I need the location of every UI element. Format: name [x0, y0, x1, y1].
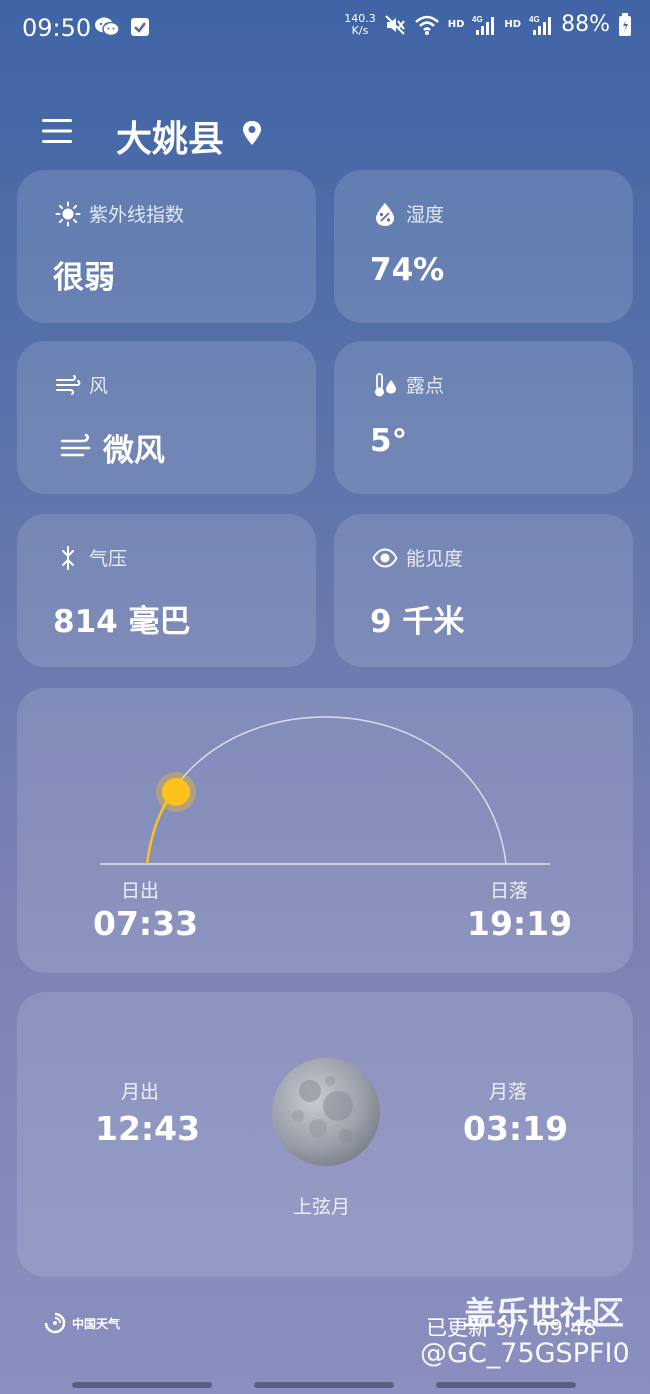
pressure-icon — [62, 545, 74, 570]
moon-phase: 上弦月 — [293, 1196, 351, 1218]
uv-value: 很弱 — [53, 260, 115, 296]
humidity-card: 湿度 74% — [334, 170, 633, 323]
city-name[interactable]: 大姚县 — [116, 110, 224, 162]
menu-icon[interactable] — [40, 116, 74, 146]
sun-path-graphic — [100, 716, 550, 865]
moonrise-label: 月出 — [121, 1081, 160, 1103]
humidity-icon — [376, 202, 394, 226]
sunrise-label: 日出 — [121, 880, 160, 902]
nav-bar — [0, 1378, 650, 1394]
svg-text:4G: 4G — [529, 15, 540, 24]
sunset-label: 日落 — [490, 880, 529, 902]
sunset-time: 19:19 — [467, 904, 573, 943]
nav-home-button[interactable] — [254, 1382, 394, 1388]
nav-recent-button[interactable] — [72, 1382, 212, 1388]
uv-card: 紫外线指数 很弱 — [17, 170, 316, 323]
nav-back-button[interactable] — [436, 1382, 576, 1388]
pin-icon[interactable] — [240, 120, 264, 146]
uv-label: 紫外线指数 — [89, 204, 185, 226]
sunrise-time: 07:33 — [93, 904, 199, 943]
brand-swirl-icon — [44, 1312, 66, 1334]
wind-label-row: 风 — [55, 371, 108, 398]
visibility-value: 9 千米 — [370, 604, 465, 640]
wind-value-row: 微风 — [59, 425, 165, 470]
checkbox-icon — [131, 18, 149, 36]
wechat-icon — [95, 17, 120, 37]
battery-icon — [619, 12, 631, 36]
visibility-label-row: 能见度 — [372, 544, 463, 571]
status-right: 140.3 K/s HD 4G HD 4G 88% — [344, 12, 632, 37]
dewpoint-label-row: 露点 — [372, 371, 444, 398]
dewpoint-card: 露点 5° — [334, 341, 633, 494]
dewpoint-label: 露点 — [406, 375, 445, 397]
moon-icon — [272, 1058, 380, 1166]
hd-label-1: HD — [447, 19, 465, 30]
moonset-time: 03:19 — [463, 1109, 569, 1148]
wifi-icon — [414, 15, 439, 35]
wind-level-icon — [60, 433, 91, 456]
status-time: 09:50 — [22, 14, 92, 42]
sun-card: 日出 07:33 日落 19:19 — [17, 688, 633, 973]
moonset-label: 月落 — [489, 1081, 528, 1103]
mute-icon — [385, 14, 405, 35]
header: 大姚县 — [0, 100, 650, 170]
humidity-label: 湿度 — [406, 204, 445, 226]
sun-icon — [55, 201, 81, 226]
signal-icon: 4G — [472, 15, 495, 35]
wind-label: 风 — [89, 375, 109, 397]
hd-label-2: HD — [504, 19, 522, 30]
eye-icon — [372, 547, 398, 568]
uv-label-row: 紫外线指数 — [55, 200, 184, 227]
battery-percent: 88% — [561, 12, 610, 37]
visibility-label: 能见度 — [406, 548, 464, 570]
wind-value: 微风 — [103, 433, 165, 469]
dewpoint-icon — [375, 372, 396, 396]
status-bar: 09:50 140.3 K/s HD 4G HD 4G 88% — [0, 0, 650, 56]
svg-text:4G: 4G — [472, 15, 483, 24]
visibility-card: 能见度 9 千米 — [334, 514, 633, 667]
dewpoint-value: 5° — [370, 423, 408, 459]
brand-logo: 中国天气 — [44, 1312, 120, 1334]
humidity-value: 74% — [370, 252, 445, 288]
status-left-icons — [94, 16, 150, 38]
pressure-card: 气压 814 毫巴 — [17, 514, 316, 667]
moon-card: 月出 12:43 上弦月 月落 03:19 — [17, 992, 633, 1277]
pressure-label: 气压 — [89, 548, 128, 570]
wind-card: 风 微风 — [17, 341, 316, 494]
moonrise-time: 12:43 — [95, 1109, 201, 1148]
net-speed: 140.3 K/s — [344, 11, 376, 37]
watermark-user: @GC_75GSPFI0 — [420, 1338, 630, 1369]
pressure-label-row: 气压 — [55, 544, 127, 571]
brand-name: 中国天气 — [72, 1316, 121, 1331]
humidity-label-row: 湿度 — [372, 200, 444, 227]
wind-icon — [56, 374, 81, 395]
pressure-value: 814 毫巴 — [53, 604, 191, 640]
watermark-title: 盖乐世社区 — [464, 1294, 625, 1332]
signal-icon: 4G — [529, 15, 552, 35]
